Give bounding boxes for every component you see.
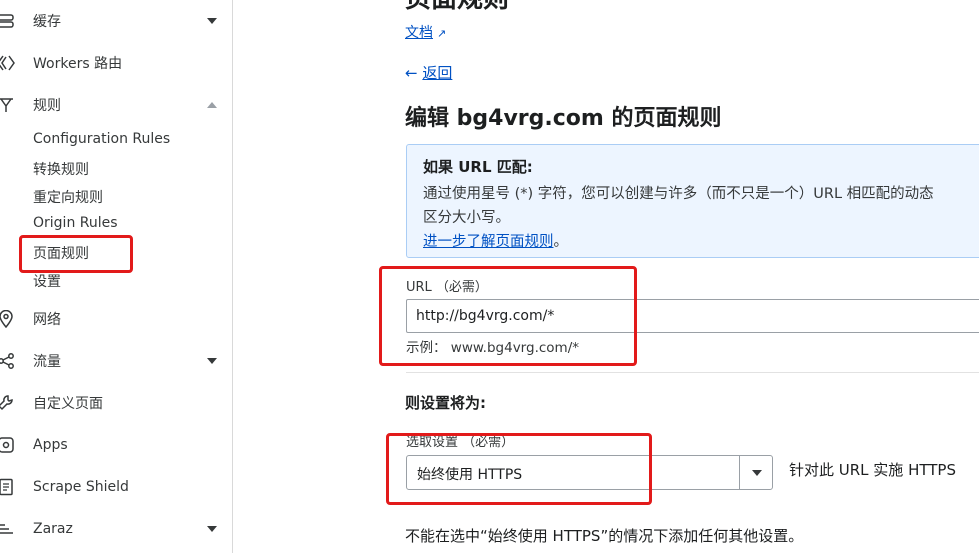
sidebar-item-apps[interactable]: Apps [0,431,232,459]
sidebar-item-traffic[interactable]: 流量 [0,347,232,375]
docs-link[interactable]: 文档 ↗ [405,22,446,42]
external-link-icon: ↗ [437,27,447,40]
zaraz-icon [0,519,16,539]
document-icon [0,477,16,497]
cache-icon [0,11,16,31]
info-text-line-2: 区分大小写。 [423,210,510,226]
sidebar-item-label: 网络 [33,312,61,328]
page-title: 页面规则 [405,0,509,15]
sidebar-item-network[interactable]: 网络 [0,305,232,333]
sidebar-item-label: Apps [33,437,68,453]
divider [406,372,979,373]
chevron-down-icon [752,470,762,476]
edit-page-rule-heading: 编辑 bg4vrg.com 的页面规则 [405,106,722,131]
sidebar-item-label: Workers 路由 [33,56,123,72]
sidebar-subitem-settings[interactable]: 设置 [33,271,61,291]
sidebar-subitem-transform-rules[interactable]: 转换规则 [33,159,89,179]
setting-description: 针对此 URL 实施 HTTPS [789,461,956,479]
sidebar-item-zaraz[interactable]: Zaraz [0,515,232,543]
highlight-box-setting [386,433,652,505]
sidebar-item-rules[interactable]: 规则 [0,91,232,119]
main-content: 页面规则 文档↗ ← 返回 编辑 bg4vrg.com 的页面规则 如果 URL… [233,0,979,553]
chevron-down-icon [207,18,217,24]
sidebar-item-label: Zaraz [33,521,73,537]
sidebar-subitem-configuration-rules[interactable]: Configuration Rules [33,131,170,147]
highlight-box-url [379,266,637,366]
sidebar: 缓存 Workers 路由 规则 Configuration Rules 转换规… [0,0,233,553]
info-callout: 如果 URL 匹配: 通过使用星号 (*) 字符，您可以创建与许多（而不只是一个… [406,144,979,258]
sidebar-item-label: 缓存 [33,14,61,30]
settings-warning: 不能在选中“始终使用 HTTPS”的情况下添加任何其他设置。 [405,527,804,545]
info-text-line-1: 通过使用星号 (*) 字符，您可以创建与许多（而不只是一个）URL 相匹配的动态 [423,186,934,202]
sidebar-item-label: Scrape Shield [33,479,129,495]
learn-more-link[interactable]: 进一步了解页面规则 [423,234,554,250]
rules-icon [0,95,16,115]
sidebar-item-label: 流量 [33,354,61,370]
highlight-box-page-rules [19,235,133,273]
arrow-left-icon: ← [405,64,418,82]
sidebar-item-label: 自定义页面 [33,396,103,412]
location-pin-icon [0,309,16,329]
workers-icon [0,53,16,73]
select-separator [739,456,740,489]
chevron-down-icon [207,358,217,364]
traffic-icon [0,351,16,371]
back-link[interactable]: ← 返回 [405,62,452,83]
sidebar-item-workers-routes[interactable]: Workers 路由 [0,49,232,77]
sidebar-item-custom-pages[interactable]: 自定义页面 [0,389,232,417]
sidebar-subitem-origin-rules[interactable]: Origin Rules [33,215,118,231]
chevron-up-icon [207,102,217,108]
wrench-icon [0,393,16,413]
chevron-down-icon [207,526,217,532]
info-text-line-3: 进一步了解页面规则。 [423,234,568,250]
info-title: 如果 URL 匹配: [423,158,533,176]
settings-section-title: 则设置将为: [405,394,486,412]
sidebar-item-scrape-shield[interactable]: Scrape Shield [0,473,232,501]
sidebar-subitem-redirect-rules[interactable]: 重定向规则 [33,187,103,207]
apps-icon [0,435,16,455]
sidebar-item-label: 规则 [33,98,61,114]
sidebar-item-cache[interactable]: 缓存 [0,7,232,35]
